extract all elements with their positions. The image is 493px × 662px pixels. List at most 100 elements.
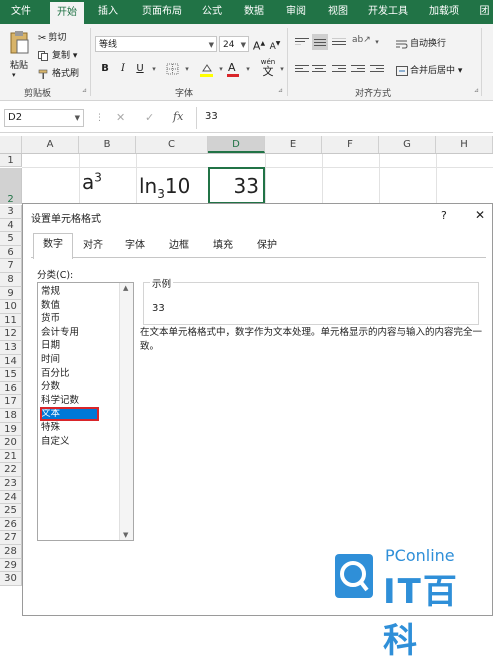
row-header[interactable]: 3 [0, 205, 22, 219]
font-size-combo[interactable]: 24 ▼ [219, 36, 249, 52]
column-header-e[interactable]: E [265, 136, 322, 153]
column-header-b[interactable]: B [79, 136, 136, 153]
row-header[interactable]: 8 [0, 273, 22, 287]
row-header[interactable]: 4 [0, 218, 22, 233]
shrink-font-button[interactable]: A▼ [268, 37, 282, 52]
close-icon[interactable]: ✕ [475, 208, 485, 222]
tab-insert[interactable]: 插入 [90, 0, 126, 24]
category-item[interactable]: 科学记数 [40, 394, 121, 408]
row-header[interactable]: 12 [0, 327, 22, 341]
row-header[interactable]: 17 [0, 395, 22, 409]
row-header[interactable]: 18 [0, 409, 22, 423]
align-center-icon[interactable] [312, 63, 326, 75]
category-item[interactable]: 常规 [40, 285, 121, 299]
orientation-dropdown-icon[interactable]: ▾ [370, 35, 384, 49]
merge-center-button[interactable]: 合并后居中 ▾ [396, 63, 462, 76]
tab-view[interactable]: 视图 [322, 0, 354, 24]
wrap-text-button[interactable]: 自动换行 [396, 36, 446, 49]
category-list[interactable]: 常规 数值 货币 会计专用 日期 时间 百分比 分数 科学记数 文本 特殊 自定义 ▲ ▼ [37, 282, 134, 541]
active-cell-d2[interactable]: 33 [208, 167, 265, 204]
scroll-up-icon[interactable]: ▲ [123, 284, 128, 292]
row-header[interactable]: 26 [0, 517, 22, 532]
row-header[interactable]: 11 [0, 313, 22, 328]
clipboard-launcher-icon[interactable]: ⊿ [82, 87, 87, 94]
column-header-a[interactable]: A [22, 136, 79, 153]
cancel-icon[interactable]: ✕ [116, 111, 125, 124]
borders-icon[interactable] [166, 63, 180, 75]
cell-c2[interactable]: ln310 [139, 174, 190, 201]
name-box[interactable]: D2 ▼ [4, 109, 84, 127]
row-header[interactable]: 15 [0, 368, 22, 382]
row-header[interactable]: 27 [0, 531, 22, 545]
row-header[interactable]: 29 [0, 558, 22, 573]
dialog-tab-alignment[interactable]: 对齐 [75, 235, 111, 257]
category-item[interactable]: 文本 [40, 407, 99, 421]
category-item[interactable]: 自定义 [40, 435, 121, 449]
row-header[interactable]: 25 [0, 504, 22, 518]
paste-dropdown-icon[interactable]: ▾ [12, 71, 16, 79]
select-all-corner[interactable] [0, 136, 22, 153]
cell-b2[interactable]: a3 [82, 170, 102, 194]
tab-addins[interactable]: 加载项 [424, 0, 464, 24]
confirm-icon[interactable]: ✓ [145, 111, 154, 124]
decrease-indent-icon[interactable] [351, 63, 365, 75]
row-header[interactable]: 28 [0, 545, 22, 559]
row-header[interactable]: 16 [0, 381, 22, 396]
font-color-dropdown-icon[interactable]: ▾ [241, 62, 255, 76]
grow-font-button[interactable]: A▲ [252, 37, 266, 53]
tab-review[interactable]: 审阅 [280, 0, 312, 24]
paste-icon[interactable] [8, 30, 30, 56]
category-scrollbar[interactable]: ▲ ▼ [119, 283, 133, 540]
align-middle-icon[interactable] [312, 34, 328, 50]
dialog-tab-protection[interactable]: 保护 [247, 235, 287, 257]
tab-home[interactable]: 开始 [50, 2, 84, 24]
help-button[interactable]: ? [441, 209, 447, 222]
row-header[interactable]: 10 [0, 300, 22, 314]
tab-developer[interactable]: 开发工具 [364, 0, 412, 24]
font-name-combo[interactable]: 等线 ▼ [95, 36, 217, 52]
row-header[interactable]: 7 [0, 259, 22, 273]
row-header[interactable]: 5 [0, 232, 22, 246]
column-header-c[interactable]: C [136, 136, 208, 153]
font-launcher-icon[interactable]: ⊿ [278, 87, 283, 94]
column-header-g[interactable]: G [379, 136, 436, 153]
dialog-tab-number[interactable]: 数字 [33, 233, 73, 259]
row-header[interactable]: 14 [0, 354, 22, 369]
bold-button[interactable]: B [98, 62, 112, 76]
align-left-icon[interactable] [295, 63, 309, 75]
tab-page-layout[interactable]: 页面布局 [134, 0, 190, 24]
row-header[interactable]: 30 [0, 572, 22, 586]
alignment-launcher-icon[interactable]: ⊿ [474, 87, 479, 94]
tab-file[interactable]: 文件 [0, 0, 42, 24]
row-header[interactable]: 6 [0, 245, 22, 260]
scroll-down-icon[interactable]: ▼ [123, 531, 128, 539]
borders-dropdown-icon[interactable]: ▾ [180, 62, 194, 76]
row-header[interactable]: 22 [0, 463, 22, 477]
column-header-f[interactable]: F [322, 136, 379, 153]
increase-indent-icon[interactable] [370, 63, 384, 75]
underline-button[interactable]: U [133, 62, 147, 76]
formula-input[interactable]: 33 [205, 111, 218, 122]
paste-button[interactable]: 粘贴 [10, 58, 28, 71]
dialog-tab-fill[interactable]: 填充 [203, 235, 243, 257]
orientation-icon[interactable]: ab↗ [352, 35, 371, 49]
row-header[interactable]: 19 [0, 422, 22, 437]
dialog-tab-border[interactable]: 边框 [159, 235, 199, 257]
tab-data[interactable]: 数据 [238, 0, 270, 24]
category-item[interactable]: 分数 [40, 380, 121, 394]
italic-button[interactable]: I [116, 62, 130, 76]
row-header[interactable]: 21 [0, 449, 22, 464]
category-item[interactable]: 日期 [40, 339, 121, 353]
category-item[interactable]: 数值 [40, 299, 121, 313]
copy-button[interactable]: 复制 ▾ [38, 48, 77, 61]
row-header[interactable]: 13 [0, 341, 22, 355]
row-header[interactable]: 23 [0, 477, 22, 491]
align-bottom-icon[interactable] [332, 36, 346, 48]
underline-dropdown-icon[interactable]: ▾ [147, 62, 161, 76]
tab-formulas[interactable]: 公式 [196, 0, 228, 24]
format-painter-button[interactable]: 格式刷 [38, 66, 79, 79]
category-item[interactable]: 时间 [40, 353, 121, 367]
row-header[interactable]: 20 [0, 436, 22, 450]
row-header[interactable]: 2 [0, 168, 22, 205]
column-header-h[interactable]: H [436, 136, 493, 153]
